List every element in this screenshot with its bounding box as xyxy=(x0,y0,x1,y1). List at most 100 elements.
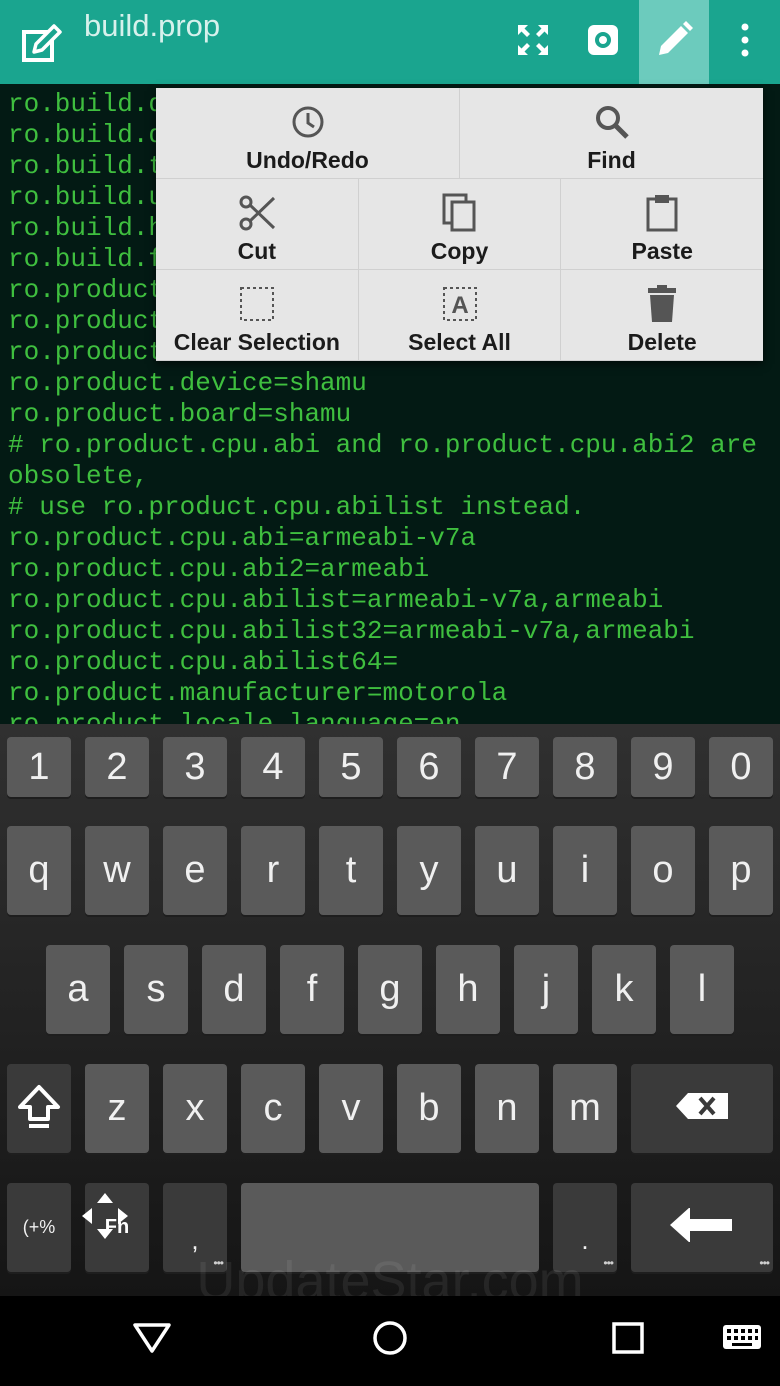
select-all-glyph: A xyxy=(451,292,468,319)
key-8[interactable]: 8 xyxy=(553,737,617,797)
editor-line[interactable]: ro.product.cpu.abilist32=armeabi-v7a,arm… xyxy=(8,616,757,647)
editor-line[interactable]: ro.product.cpu.abi=armeabi-v7a xyxy=(8,523,757,554)
key-j[interactable]: j xyxy=(514,945,578,1034)
key-6[interactable]: 6 xyxy=(397,737,461,797)
key-f[interactable]: f xyxy=(280,945,344,1034)
fn-arrows-icon: Fn xyxy=(81,1193,129,1239)
clear-selection-button[interactable]: Clear Selection xyxy=(156,270,359,361)
key-v[interactable]: v xyxy=(319,1064,383,1153)
select-all-icon: A xyxy=(442,284,478,324)
editor-line[interactable]: # use ro.product.cpu.abilist instead. xyxy=(8,492,757,523)
key-t[interactable]: t xyxy=(319,826,383,915)
key-u-label: u xyxy=(496,849,518,891)
key-h[interactable]: h xyxy=(436,945,500,1034)
paste-button[interactable]: Paste xyxy=(561,179,764,270)
copy-button[interactable]: Copy xyxy=(358,179,562,270)
editor-line[interactable]: ro.product.cpu.abilist=armeabi-v7a,armea… xyxy=(8,585,757,616)
undo-redo-button[interactable]: Undo/Redo xyxy=(156,88,460,179)
key-a[interactable]: a xyxy=(46,945,110,1034)
key-7[interactable]: 7 xyxy=(475,737,539,797)
key-r[interactable]: r xyxy=(241,826,305,915)
key-m-label: m xyxy=(569,1087,601,1129)
shift-key[interactable] xyxy=(7,1064,71,1153)
editor-line[interactable]: ro.product.device=shamu xyxy=(8,368,757,399)
key-i[interactable]: i xyxy=(553,826,617,915)
key-f-label: f xyxy=(306,968,318,1010)
find-button[interactable]: Find xyxy=(460,88,763,179)
key-j-label: j xyxy=(541,968,551,1010)
key-p[interactable]: p xyxy=(709,826,773,915)
key-1-label: 1 xyxy=(28,745,50,788)
key-d[interactable]: d xyxy=(202,945,266,1034)
scissors-icon xyxy=(238,193,276,233)
delete-button[interactable]: Delete xyxy=(561,270,764,361)
key-m[interactable]: m xyxy=(553,1064,617,1153)
home-button[interactable] xyxy=(360,1314,420,1366)
key-z[interactable]: z xyxy=(85,1064,149,1153)
key-w[interactable]: w xyxy=(85,826,149,915)
app-bar: build.prop xyxy=(0,0,780,84)
key-y-label: y xyxy=(419,849,439,891)
key-0-label: 0 xyxy=(730,745,752,788)
system-nav-bar xyxy=(0,1296,780,1386)
home-circle-icon xyxy=(372,1320,408,1361)
key-a-label: a xyxy=(67,968,89,1010)
backspace-key[interactable] xyxy=(631,1064,773,1153)
key-q[interactable]: q xyxy=(7,826,71,915)
recents-button[interactable] xyxy=(598,1314,658,1366)
settings-gear-icon xyxy=(584,21,622,64)
key-n[interactable]: n xyxy=(475,1064,539,1153)
key-4[interactable]: 4 xyxy=(241,737,305,797)
cut-button[interactable]: Cut xyxy=(156,179,359,270)
key-s[interactable]: s xyxy=(124,945,188,1034)
key-c-label: c xyxy=(263,1087,283,1129)
key-k[interactable]: k xyxy=(592,945,656,1034)
select-all-button[interactable]: A Select All xyxy=(358,270,562,361)
key-w-label: w xyxy=(103,849,131,891)
key-0[interactable]: 0 xyxy=(709,737,773,797)
back-button[interactable] xyxy=(122,1314,182,1366)
shift-arrow-icon xyxy=(16,1083,62,1134)
key-e[interactable]: e xyxy=(163,826,227,915)
fullscreen-icon xyxy=(515,22,551,63)
find-label: Find xyxy=(587,147,636,173)
key-u[interactable]: u xyxy=(475,826,539,915)
editor-line[interactable]: # ro.product.cpu.abi and ro.product.cpu.… xyxy=(8,430,757,461)
key-p-label: p xyxy=(730,849,752,891)
key-y[interactable]: y xyxy=(397,826,461,915)
key-3-label: 3 xyxy=(184,745,206,788)
key-c[interactable]: c xyxy=(241,1064,305,1153)
edit-mode-button[interactable] xyxy=(639,0,709,84)
key-g[interactable]: g xyxy=(358,945,422,1034)
overflow-menu-button[interactable] xyxy=(710,0,780,84)
key-o[interactable]: o xyxy=(631,826,695,915)
key-3[interactable]: 3 xyxy=(163,737,227,797)
editor-line[interactable]: ro.product.cpu.abilist64= xyxy=(8,647,757,678)
key-5[interactable]: 5 xyxy=(319,737,383,797)
editor-line[interactable]: ro.product.manufacturer=motorola xyxy=(8,678,757,709)
key-6-label: 6 xyxy=(418,745,440,788)
key-r-label: r xyxy=(266,849,280,891)
fullscreen-button[interactable] xyxy=(498,0,568,84)
key-9[interactable]: 9 xyxy=(631,737,695,797)
clear-selection-label: Clear Selection xyxy=(173,329,340,355)
editor-line[interactable]: ro.product.locale.language=en xyxy=(8,709,757,724)
symbols-key-label: (+% xyxy=(22,1217,56,1237)
delete-label: Delete xyxy=(627,329,697,355)
key-4-label: 4 xyxy=(262,745,284,788)
key-x[interactable]: x xyxy=(163,1064,227,1153)
editor-line[interactable]: ro.product.board=shamu xyxy=(8,399,757,430)
settings-button[interactable] xyxy=(568,0,638,84)
editor-line[interactable]: obsolete, xyxy=(8,461,757,492)
undo-redo-label: Undo/Redo xyxy=(246,147,369,173)
edit-note-icon[interactable] xyxy=(20,22,64,66)
key-l[interactable]: l xyxy=(670,945,734,1034)
keyboard-switch-button[interactable] xyxy=(712,1314,772,1366)
key-2[interactable]: 2 xyxy=(85,737,149,797)
key-b[interactable]: b xyxy=(397,1064,461,1153)
pencil-edit-icon xyxy=(655,20,693,64)
key-1[interactable]: 1 xyxy=(7,737,71,797)
editor-line[interactable]: ro.product.cpu.abi2=armeabi xyxy=(8,554,757,585)
key-h-label: h xyxy=(457,968,479,1010)
key-n-label: n xyxy=(496,1087,518,1129)
